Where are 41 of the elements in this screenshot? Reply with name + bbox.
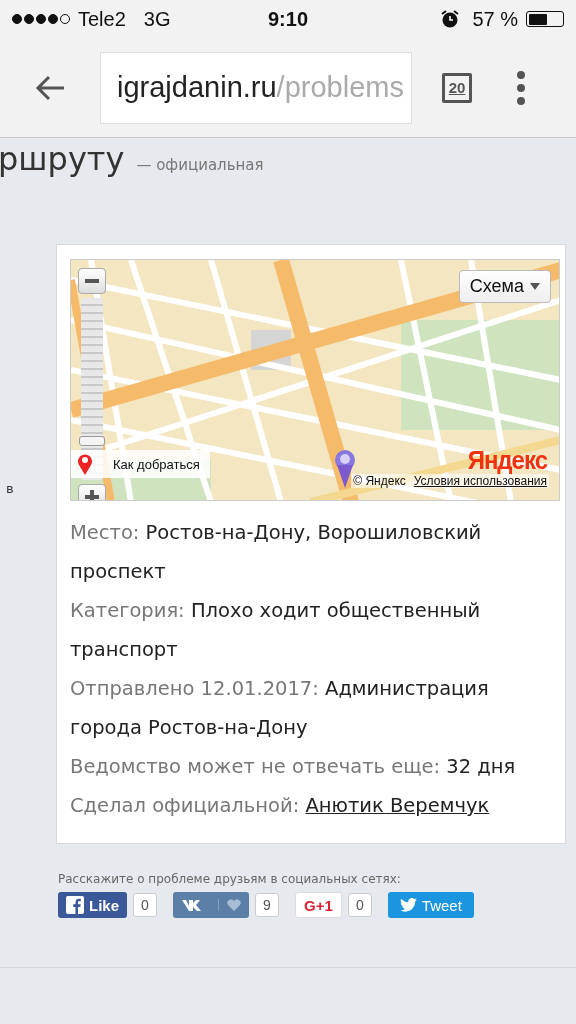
detail-label: Сделал официальной:: [70, 794, 300, 817]
status-label: — официальная: [136, 156, 264, 174]
route-button[interactable]: Как добраться: [71, 450, 210, 478]
side-text: в: [6, 481, 14, 496]
detail-line: Отправлено 12.01.2017: Администрация города Ростов-на-Дону: [70, 676, 490, 741]
detail-line: Категория: Плохо ходит общественный транспорт: [70, 598, 482, 663]
page-title: ршруту: [0, 140, 125, 178]
detail-line: Место: Ростов-на-Дону, Ворошиловский проспект: [70, 520, 483, 585]
map-layer-dropdown[interactable]: Схема: [458, 270, 551, 303]
heart-icon: [218, 899, 241, 911]
zoom-out-button[interactable]: [78, 268, 106, 294]
battery-icon: [526, 11, 564, 27]
facebook-icon: [66, 896, 84, 914]
back-arrow-icon[interactable]: [34, 73, 66, 102]
alarm-clock-icon: [440, 9, 461, 29]
map-logo: Яндекс: [467, 444, 547, 476]
bird-icon: [399, 898, 417, 912]
user-link[interactable]: Анютик Веремчук: [305, 794, 490, 817]
plus-one-button[interactable]: G+1: [295, 892, 342, 918]
copyright-text: © Яндекс: [353, 474, 406, 488]
like-button[interactable]: Like: [58, 892, 127, 918]
plus-icon: [85, 490, 99, 500]
terms-link[interactable]: Условия использования: [413, 474, 547, 488]
share-prompt: Расскажите о проблеме друзьям в социальных сетях:: [58, 872, 402, 886]
detail-line: Ведомство может не отвечать еще: 32 дня: [70, 754, 517, 780]
map-pin-icon: [77, 453, 93, 475]
minus-icon: [85, 279, 99, 283]
battery-percentage: 57 %: [472, 7, 518, 31]
carrier-name: Tele2: [78, 7, 126, 31]
vk-like-button[interactable]: [173, 892, 249, 918]
network-type: 3G: [143, 7, 171, 31]
tab-count-button[interactable]: 20: [442, 72, 472, 103]
menu-icon[interactable]: [516, 69, 526, 106]
share-count: 0: [133, 893, 157, 917]
slider-thumb[interactable]: [79, 435, 105, 446]
clock-time: 9:10: [268, 7, 308, 30]
share-count: 9: [255, 893, 279, 917]
address-bar[interactable]: igrajdanin.ru/problems: [100, 51, 412, 124]
caret-icon: [530, 283, 540, 290]
vk-icon: [181, 899, 203, 911]
share-count: 0: [347, 893, 372, 917]
